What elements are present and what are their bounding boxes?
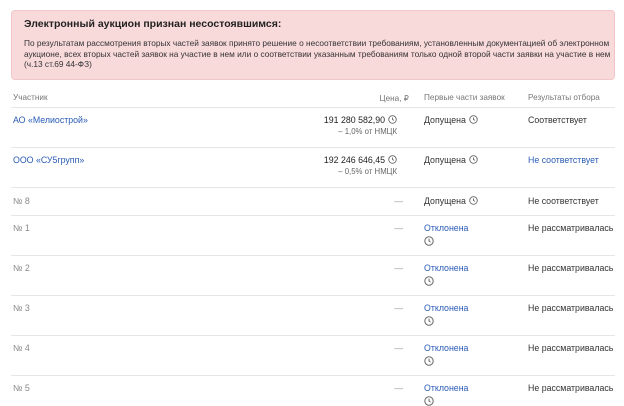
participant-link[interactable]: АО «Мелиострой»: [13, 115, 88, 125]
header-participant: Участник: [13, 93, 48, 102]
result-status: Не рассматривалась: [528, 223, 614, 233]
table-row: ООО «СУ5групп» 192 246 646,45 – 0,5% от …: [11, 147, 615, 188]
rejected-link[interactable]: Отклонена: [424, 303, 468, 313]
clock-icon: [388, 155, 397, 164]
alert-text: По результатам рассмотрения вторых часте…: [24, 38, 611, 70]
table-row: № 4 — Отклонена Не рассматривалась: [11, 335, 615, 376]
price-cell: 191 280 582,90 – 1,0% от НМЦК: [324, 115, 397, 136]
result-status: Не рассматривалась: [528, 303, 614, 313]
result-status: Не рассматривалась: [528, 383, 614, 393]
result-status-link[interactable]: Не соответствует: [528, 155, 599, 165]
clock-icon: [424, 236, 434, 246]
price-empty: —: [394, 196, 403, 206]
participant-number: № 8: [13, 196, 30, 206]
table-row: № 5 — Отклонена Не рассматривалась: [11, 375, 615, 406]
price-discount: – 1,0% от НМЦК: [338, 127, 397, 136]
clock-icon: [469, 155, 478, 164]
table-row: № 2 — Отклонена Не рассматривалась: [11, 255, 615, 296]
participant-number: № 4: [13, 343, 30, 353]
clock-icon: [424, 396, 434, 406]
rejected-link[interactable]: Отклонена: [424, 263, 468, 273]
rejected-link[interactable]: Отклонена: [424, 343, 468, 353]
clock-icon: [469, 115, 478, 124]
price-value: 191 280 582,90: [323, 115, 385, 125]
price-empty: —: [394, 343, 403, 353]
rejected-link[interactable]: Отклонена: [424, 223, 468, 233]
participant-number: № 1: [13, 223, 30, 233]
result-status: Не рассматривалась: [528, 343, 614, 353]
price-empty: —: [394, 263, 403, 273]
table-row: № 3 — Отклонена Не рассматривалась: [11, 295, 615, 336]
alert-title: Электронный аукцион признан несостоявшим…: [24, 18, 282, 30]
first-part-status: Отклонена: [424, 263, 468, 286]
first-part-status: Отклонена: [424, 383, 468, 406]
price-discount: – 0,5% от НМЦК: [338, 167, 397, 176]
first-part-status: Отклонена: [424, 303, 468, 326]
table-row: № 1 — Отклонена Не рассматривалась: [11, 215, 615, 256]
participant-number: № 2: [13, 263, 30, 273]
first-part-label: Допущена: [424, 196, 466, 206]
first-part-status: Отклонена: [424, 223, 468, 246]
price-value: 192 246 646,45: [323, 155, 385, 165]
clock-icon: [388, 115, 397, 124]
clock-icon: [424, 356, 434, 366]
price-cell: 192 246 646,45 – 0,5% от НМЦК: [324, 155, 397, 176]
header-first-parts: Первые части заявок: [424, 93, 505, 102]
first-part-status: Отклонена: [424, 343, 468, 366]
price-empty: —: [394, 383, 403, 393]
first-part-label: Допущена: [424, 155, 466, 165]
price-empty: —: [394, 303, 403, 313]
auction-status-alert: Электронный аукцион признан несостоявшим…: [11, 10, 615, 80]
first-part-status: Допущена: [424, 115, 478, 125]
participant-number: № 3: [13, 303, 30, 313]
result-status: Соответствует: [528, 115, 587, 125]
clock-icon: [424, 316, 434, 326]
first-part-label: Допущена: [424, 115, 466, 125]
result-status: Не соответствует: [528, 196, 599, 206]
table-row: № 8 — Допущена Не соответствует: [11, 187, 615, 216]
first-part-status: Допущена: [424, 196, 478, 206]
participant-number: № 5: [13, 383, 30, 393]
header-results: Результаты отбора: [528, 93, 600, 102]
header-price: Цена, ₽: [379, 94, 409, 103]
table-row: АО «Мелиострой» 191 280 582,90 – 1,0% от…: [11, 107, 615, 148]
first-part-status: Допущена: [424, 155, 478, 165]
participant-link[interactable]: ООО «СУ5групп»: [13, 155, 84, 165]
clock-icon: [424, 276, 434, 286]
result-status: Не рассматривалась: [528, 263, 614, 273]
rejected-link[interactable]: Отклонена: [424, 383, 468, 393]
clock-icon: [469, 196, 478, 205]
price-empty: —: [394, 223, 403, 233]
